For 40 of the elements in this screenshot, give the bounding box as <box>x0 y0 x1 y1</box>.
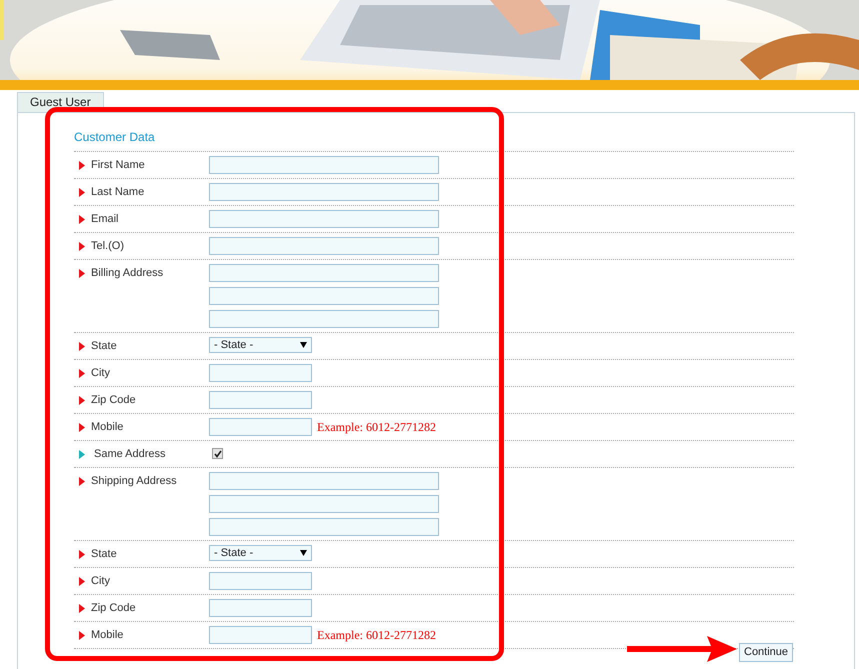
input-field[interactable] <box>209 391 312 409</box>
input-field[interactable] <box>209 472 439 490</box>
input-field[interactable] <box>209 264 439 282</box>
field-label: Same Address <box>93 446 166 462</box>
input-field[interactable] <box>209 418 312 436</box>
field-label: City <box>91 366 110 381</box>
input-field[interactable] <box>209 518 439 536</box>
input-field[interactable] <box>209 210 439 228</box>
field-label: Mobile <box>91 628 124 643</box>
section-title: Customer Data <box>74 129 155 146</box>
input-field[interactable] <box>209 364 312 382</box>
caret-icon <box>300 550 307 556</box>
input-field[interactable] <box>209 310 439 328</box>
checkbox[interactable] <box>212 448 223 459</box>
field-label: Mobile <box>91 420 124 435</box>
example-hint: Example: 6012-2771282 <box>317 627 436 644</box>
field-label: Billing Address <box>91 266 164 281</box>
continue-button[interactable]: Continue <box>739 643 794 662</box>
field-label: First Name <box>91 158 145 173</box>
field-label: Tel.(O) <box>91 238 124 254</box>
example-hint: Example: 6012-2771282 <box>317 419 436 436</box>
field-label: Shipping Address <box>91 474 177 489</box>
field-label: City <box>91 574 110 589</box>
input-field[interactable] <box>209 156 439 174</box>
field-label: Zip Code <box>91 392 136 408</box>
field-label: State <box>91 546 117 562</box>
state-dropdown[interactable]: - State - <box>209 337 312 353</box>
input-field[interactable] <box>209 626 312 644</box>
input-field[interactable] <box>209 237 439 255</box>
field-label: Email <box>91 212 119 227</box>
input-field[interactable] <box>209 495 439 513</box>
caret-icon <box>300 342 307 348</box>
state-dropdown[interactable]: - State - <box>209 545 312 561</box>
field-label: State <box>91 338 117 354</box>
input-field[interactable] <box>209 572 312 590</box>
field-label: Zip Code <box>91 600 136 616</box>
input-field[interactable] <box>209 183 439 201</box>
input-field[interactable] <box>209 287 439 305</box>
field-label: Last Name <box>91 184 144 200</box>
input-field[interactable] <box>209 599 312 617</box>
